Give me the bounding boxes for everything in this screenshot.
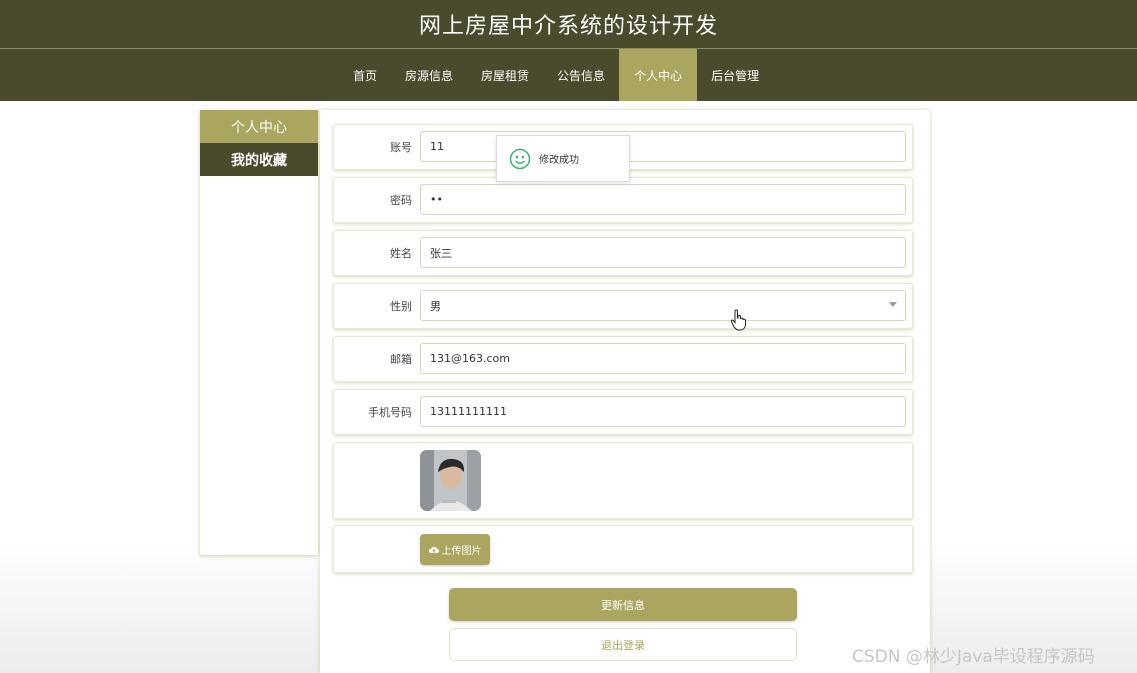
upload-label: 上传图片 [441,546,482,557]
phone-row: 手机号码 13111111111 [333,389,913,435]
nav-announcements[interactable]: 公告信息 [543,49,619,101]
avatar [420,450,481,511]
chevron-down-icon [889,302,897,307]
sidebar: 个人中心 我的收藏 [200,110,318,555]
phone-input[interactable]: 13111111111 [420,396,906,427]
name-label: 姓名 [390,247,412,260]
site-header: 网上房屋中介系统的设计开发 [0,0,1137,48]
account-label: 账号 [390,141,412,154]
gender-row: 性别 男 [333,283,913,329]
email-input[interactable]: 131@163.com [420,343,906,374]
profile-form: 账号 11 密码 •• 姓名 张三 性别 男 邮箱 131@163.com 手机… [320,110,930,673]
nav-home[interactable]: 首页 [339,49,391,101]
update-info-button[interactable]: 更新信息 [449,588,797,621]
upload-row: 上传图片 [333,525,913,573]
toast-message: 修改成功 [539,155,579,166]
gender-select[interactable]: 男 [420,290,906,321]
success-toast: 修改成功 [496,135,630,182]
gender-label: 性别 [390,300,412,313]
logout-button[interactable]: 退出登录 [449,628,797,661]
nav-admin[interactable]: 后台管理 [697,49,773,101]
nav-profile[interactable]: 个人中心 [619,49,698,101]
upload-cloud-icon [428,546,439,553]
hand-cursor-icon [730,309,746,331]
watermark: CSDN @林少Java毕设程序源码 [852,647,1095,667]
email-label: 邮箱 [390,353,412,366]
sidebar-item-favorites[interactable]: 我的收藏 [200,143,318,176]
avatar-row [333,442,913,519]
name-input[interactable]: 张三 [420,237,906,268]
nav-rental[interactable]: 房屋租赁 [467,49,543,101]
smile-icon [509,148,531,169]
account-input[interactable]: 11 [420,131,906,162]
password-row: 密码 •• [333,177,913,223]
sidebar-item-profile[interactable]: 个人中心 [200,110,318,143]
phone-label: 手机号码 [368,406,412,419]
site-title: 网上房屋中介系统的设计开发 [418,14,718,39]
upload-image-button[interactable]: 上传图片 [420,534,490,565]
email-row: 邮箱 131@163.com [333,336,913,382]
password-label: 密码 [390,194,412,207]
password-input[interactable]: •• [420,184,906,215]
main-nav: 首页 房源信息 房屋租赁 公告信息 个人中心 后台管理 [0,48,1137,101]
nav-listings[interactable]: 房源信息 [391,49,467,101]
gender-value: 男 [430,299,441,313]
name-row: 姓名 张三 [333,230,913,276]
